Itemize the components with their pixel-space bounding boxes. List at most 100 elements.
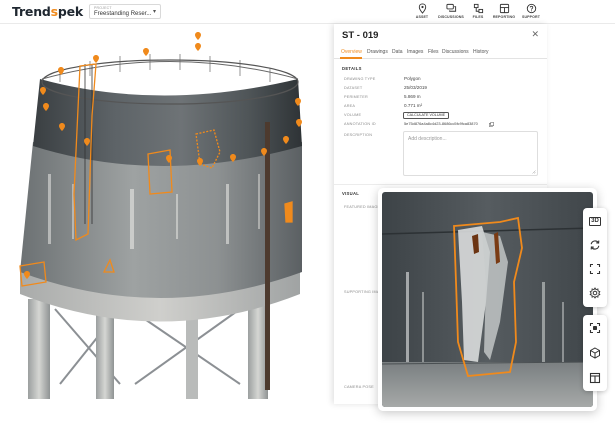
annotation-marker[interactable] [230,154,236,162]
featured-image-label: FEATURED IMAGE [344,205,381,209]
tab-drawings[interactable]: Drawings [367,49,388,55]
annotation-marker[interactable] [84,138,90,146]
settings-button[interactable] [586,284,604,302]
panel-title: ST - 019 [342,30,379,41]
copy-icon[interactable] [489,122,494,127]
detail-row-perimeter: PERIMETER 5.869 m [344,94,544,102]
resize-grip-icon[interactable] [532,170,536,174]
detail-row-dataset: DATASET 25/03/2019 [344,85,544,93]
annotation-marker[interactable] [59,123,65,131]
chevron-down-icon: ▾ [152,9,156,15]
supporting-images-label: SUPPORTING IMAG [344,290,383,294]
annotation-marker[interactable] [143,48,149,56]
annotation-marker[interactable] [296,119,302,127]
tab-history[interactable]: History [473,49,489,55]
tank-pipe [265,122,270,390]
detail-value: 5.869 m [404,94,421,99]
cube-button[interactable] [586,344,604,362]
logo-text-main: Trend [12,4,51,19]
tab-overview[interactable]: Overview [341,49,362,55]
sync-button[interactable] [586,236,604,254]
tools-toolbar [583,315,607,391]
calculate-volume-button[interactable]: CALCULATE VOLUME [403,112,450,119]
tab-data[interactable]: Data [392,49,403,55]
fullscreen-icon [589,263,601,275]
nav-discussions-label: DISCUSSIONS [438,15,464,19]
water-tank-model[interactable] [0,24,334,404]
featured-image-render [382,192,593,407]
tab-active-indicator [340,57,362,59]
detail-value: 0.771 m² [404,103,423,108]
visual-heading: VISUAL [342,191,360,196]
nav-support[interactable]: SUPPORT [516,3,546,22]
focus-icon [589,322,601,334]
detail-key: VOLUME [344,113,362,117]
annotation-right-patch [284,201,293,223]
annotation-marker[interactable] [195,32,201,40]
3d-view-button[interactable]: 3D [586,212,604,230]
detail-key: AREA [344,104,356,108]
description-label: DESCRIPTION [344,133,373,137]
nav-asset-label: ASSET [415,15,429,19]
tab-discussions[interactable]: Discussions [442,49,469,55]
map-pin-icon [418,3,426,14]
detail-row-area: AREA 0.771 m² [344,103,544,111]
detail-row-drawing-type: DRAWING TYPE Polygon [344,76,544,84]
tab-files[interactable]: Files [428,49,439,55]
settings-icon [589,287,601,299]
nav-asset[interactable]: ASSET [407,3,437,22]
annotation-marker[interactable] [197,158,203,166]
logo-text-tail: pek [57,4,84,19]
top-bar: Trendspek PROJECT Freestanding Reser... … [0,0,615,24]
chat-icon [445,3,456,12]
annotation-marker[interactable] [58,67,64,75]
focus-button[interactable] [586,319,604,337]
view-toolbar: 3D [583,208,607,307]
detail-row-annotation-id: ANNOTATION ID 5e75d876a4a8c4d23-8686cc5f… [344,121,544,129]
trendspek-logo[interactable]: Trendspek [12,4,83,19]
model-viewer-canvas[interactable] [0,24,334,404]
detail-key: PERIMETER [344,95,368,99]
sync-icon [590,240,600,250]
close-icon[interactable]: ✕ [531,29,539,40]
annotation-marker[interactable] [166,155,172,163]
annotation-id-value: 5e75d876a4a8c4d23-8686cc5fc9fca83870 [404,121,478,126]
panel-tabs: Overview Drawings Data Images Files Disc… [334,47,547,59]
annotation-marker[interactable] [40,87,46,95]
detail-key: DATASET [344,86,363,90]
tab-images[interactable]: Images [407,49,423,55]
details-heading: DETAILS [342,66,362,71]
nav-reporting-label: REPORTING [492,15,516,19]
featured-image[interactable] [382,192,593,407]
nav-discussions[interactable]: DISCUSSIONS [436,3,466,22]
split-view-button[interactable] [586,369,604,387]
split-view-icon [589,372,601,384]
help-icon [526,3,536,14]
cube-icon [590,347,600,359]
featured-image-popup[interactable] [378,188,597,411]
project-caption: PROJECT [94,6,112,10]
fullscreen-button[interactable] [586,260,604,278]
nav-support-label: SUPPORT [521,15,541,19]
detail-key: DRAWING TYPE [344,77,376,81]
annotation-marker[interactable] [43,103,49,111]
project-select[interactable]: PROJECT Freestanding Reser... ▾ [89,4,161,19]
description-placeholder: Add description... [408,136,447,142]
annotation-marker[interactable] [261,148,267,156]
annotation-marker[interactable] [295,98,301,106]
section-divider [334,184,547,185]
annotation-marker[interactable] [283,136,289,144]
project-value: Freestanding Reser... [94,11,152,17]
logo-text-accent: s [50,4,58,19]
camera-pose-label: CAMERA POSE [344,385,374,389]
detail-value: Polygon [404,76,421,81]
detail-key: ANNOTATION ID [344,122,376,126]
annotation-marker[interactable] [93,55,99,63]
nav-reporting[interactable]: REPORTING [489,3,519,22]
files-icon [473,3,483,14]
annotation-marker[interactable] [195,43,201,51]
report-icon [499,3,509,14]
description-textarea[interactable]: Add description... [403,131,538,176]
annotation-marker[interactable] [24,271,30,279]
3d-view-icon: 3D [589,216,601,226]
